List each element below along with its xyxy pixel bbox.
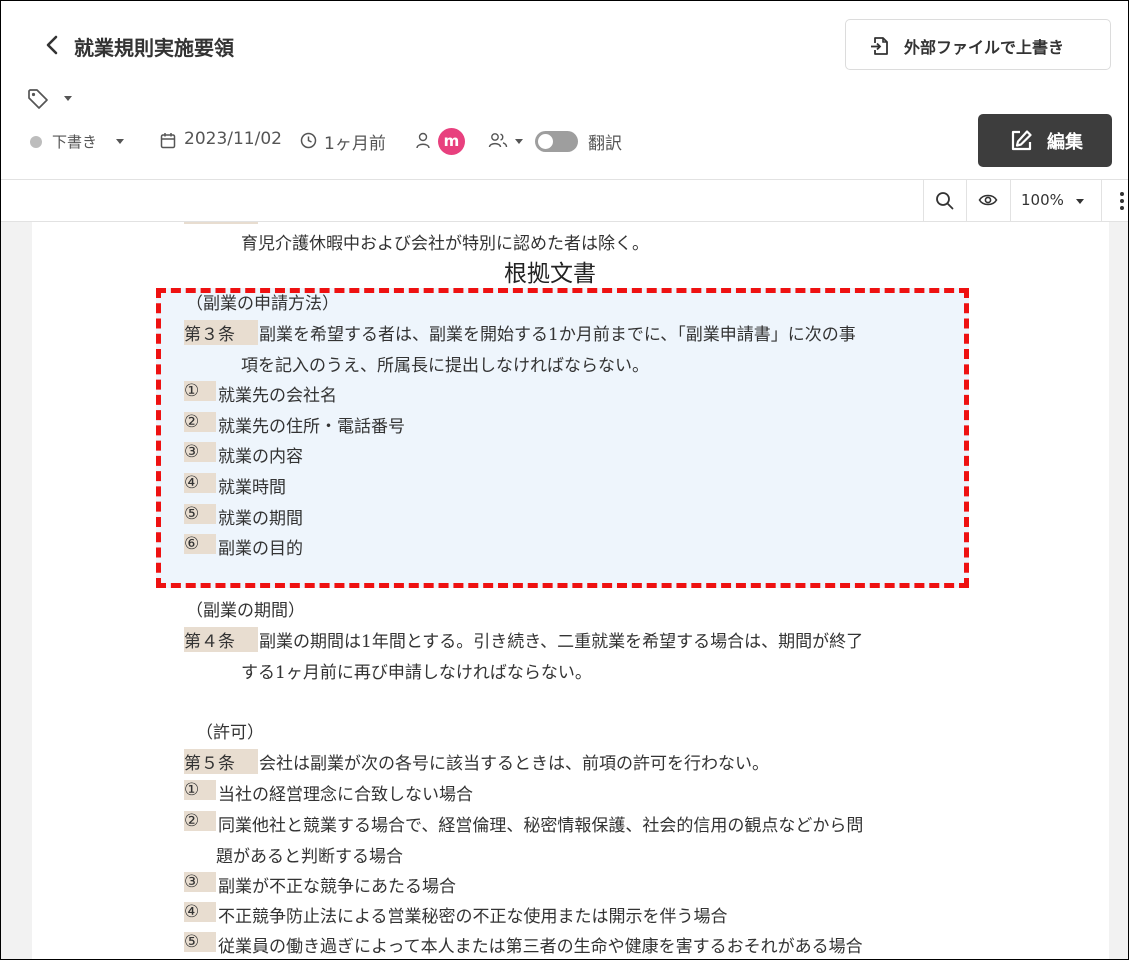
list-item-continuation: 題があると判断する場合	[216, 847, 403, 867]
list-item-marker: ①	[184, 780, 216, 800]
article-number: 第５条	[184, 749, 258, 774]
list-item: 同業他社と競業する場合で、経営倫理、秘密情報保護、社会的信用の観点などから問	[218, 816, 864, 836]
article-heading: （副業の申請方法）	[186, 294, 339, 314]
article-heading: （副業の期間）	[186, 601, 305, 621]
article-heading: （許可）	[196, 723, 264, 743]
list-item: 就業先の会社名	[218, 386, 337, 406]
list-item: 副業が不正な競争にあたる場合	[218, 877, 456, 897]
list-item: 副業の目的	[218, 539, 303, 559]
article-text: 副業の期間は1年間とする。引き続き、二重就業を希望する場合は、期間が終了	[259, 632, 864, 652]
list-item: 不正競争防止法による営業秘密の不正な使用または開示を伴う場合	[218, 907, 728, 927]
evidence-label: 根拠文書	[504, 261, 596, 287]
article-text: 項を記入のうえ、所属長に提出しなければならない。	[241, 356, 649, 376]
document-line: 育児介護休暇中および会社が特別に認めた者は除く。	[241, 234, 649, 254]
article-text: 副業を希望する者は、副業を開始する1か月前までに、「副業申請書」に次の事	[259, 325, 856, 345]
list-item: 就業の期間	[218, 509, 303, 529]
list-item-marker: ④	[184, 902, 216, 922]
app-window: 就業規則実施要領 外部ファイルで上書き 下書き 2023/11/02 1ヶ月前	[0, 0, 1129, 960]
article-number: 第３条	[184, 320, 258, 345]
list-item-marker: ⑤	[184, 504, 216, 524]
document-content: 育児介護休暇中および会社が特別に認めた者は除く。 根拠文書 （副業の申請方法） …	[1, 1, 1128, 959]
list-item-marker: ②	[184, 811, 216, 831]
list-item-marker: ③	[184, 872, 216, 892]
article-text: する1ヶ月前に再び申請しなければならない。	[241, 663, 592, 683]
list-item-marker: ④	[184, 473, 216, 493]
article-text: 会社は副業が次の各号に該当するときは、前項の許可を行わない。	[259, 754, 769, 774]
list-item: 当社の経営理念に合致しない場合	[218, 785, 473, 805]
list-item: 就業時間	[218, 478, 286, 498]
list-item-marker: ⑥	[184, 534, 216, 554]
list-item-marker: ②	[184, 412, 216, 432]
list-item: 従業員の働き過ぎによって本人または第三者の生命や健康を害するおそれがある場合	[218, 937, 863, 957]
list-item-marker: ①	[184, 381, 216, 401]
highlight-fragment	[184, 222, 258, 224]
list-item-marker: ③	[184, 442, 216, 462]
list-item-marker: ⑤	[184, 932, 216, 952]
article-number: 第４条	[184, 627, 258, 652]
list-item: 就業先の住所・電話番号	[218, 417, 405, 437]
list-item: 就業の内容	[218, 447, 303, 467]
